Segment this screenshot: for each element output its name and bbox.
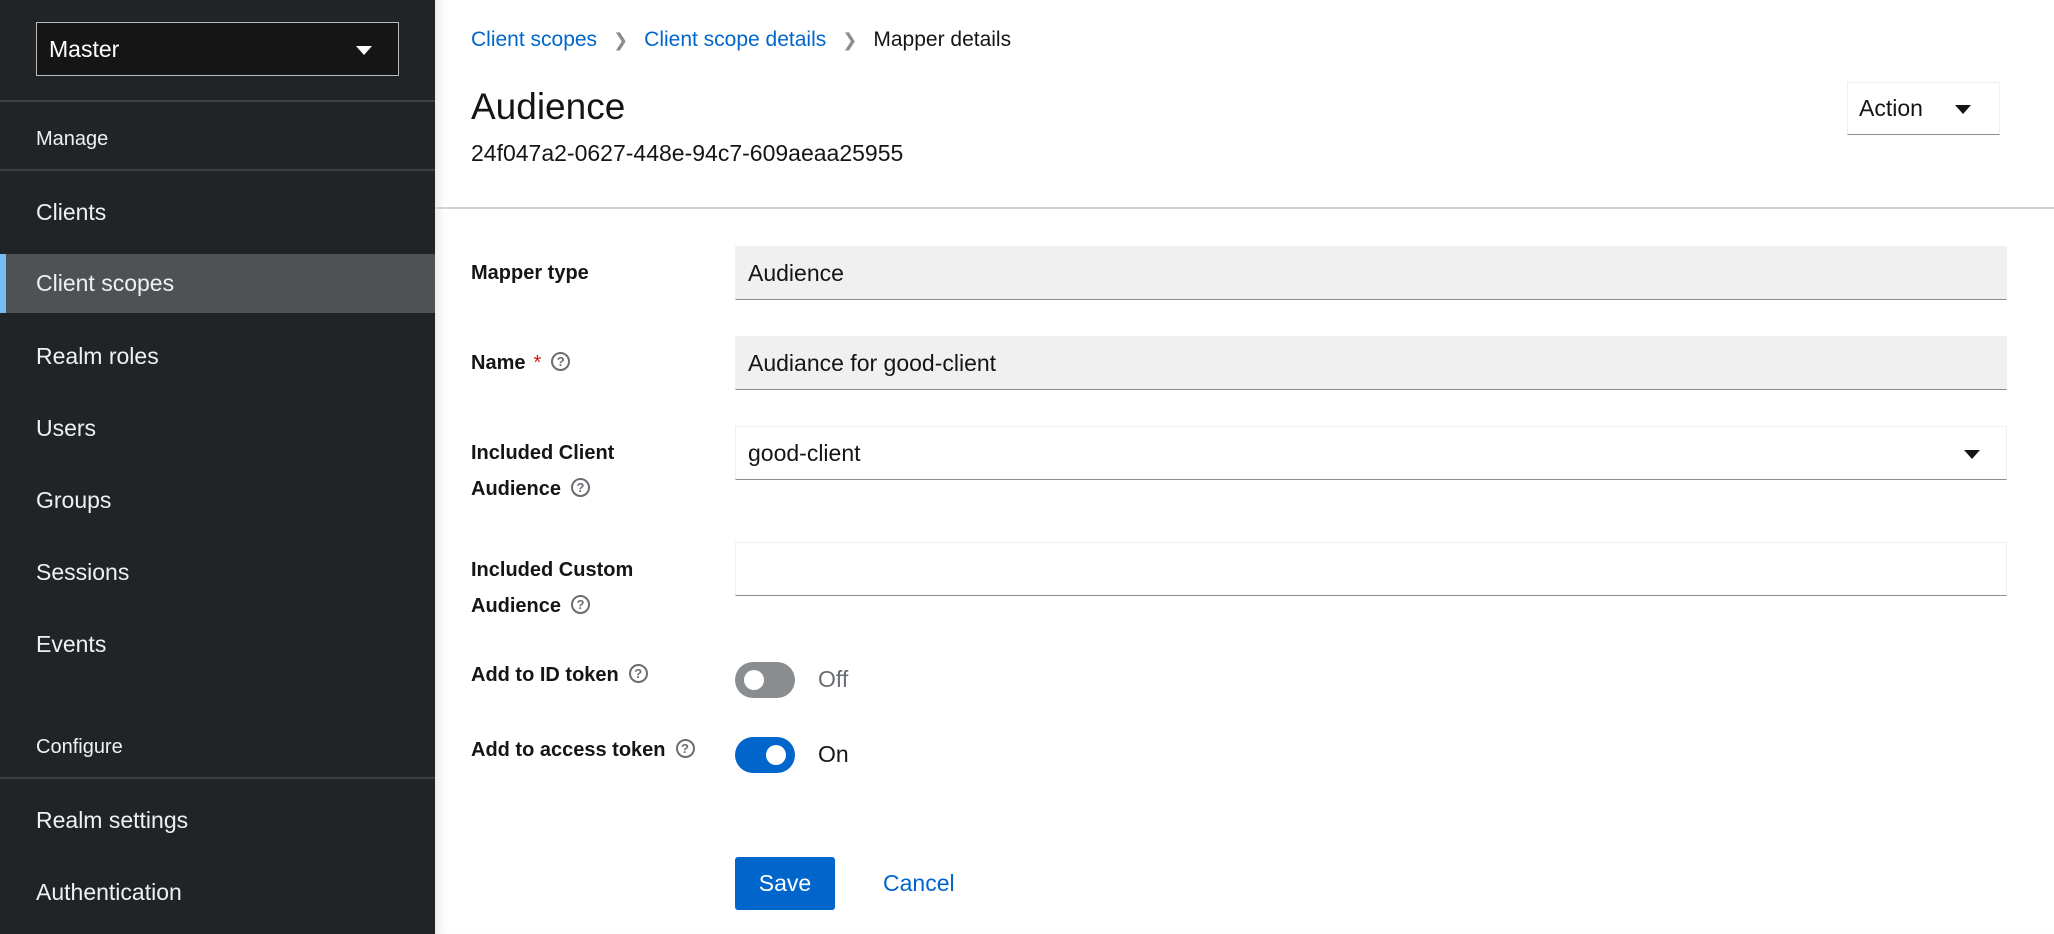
included-client-audience-select[interactable]: good-client (735, 426, 2007, 480)
sidebar-divider (0, 169, 435, 171)
toggle-knob (766, 745, 786, 765)
name-label: Name *? (471, 345, 571, 381)
sidebar-item-client-scopes[interactable]: Client scopes (0, 254, 435, 313)
header-divider (435, 207, 2054, 209)
action-dropdown[interactable]: Action (1847, 82, 2000, 135)
label-line: Audience (471, 478, 562, 500)
add-to-access-token-state: On (818, 741, 849, 767)
help-icon[interactable]: ? (675, 739, 695, 759)
mapper-type-value: Audience (748, 259, 844, 286)
required-indicator: * (533, 352, 542, 374)
main-content: Client scopes ❯ Client scope details ❯ M… (435, 0, 2054, 934)
name-value: Audiance for good-client (748, 349, 997, 376)
sidebar-item-users[interactable]: Users (0, 399, 435, 458)
sidebar-item-events[interactable]: Events (0, 615, 435, 674)
sidebar-item-label: Sessions (36, 559, 130, 585)
name-field: Audiance for good-client (735, 336, 2007, 390)
included-client-audience-label: Included Client Audience? (471, 435, 614, 507)
add-to-id-token-state: Off (818, 666, 849, 692)
sidebar-item-label: Clients (36, 199, 107, 225)
sidebar-item-label: Client scopes (36, 270, 175, 296)
sidebar-item-sessions[interactable]: Sessions (0, 543, 435, 602)
cancel-button[interactable]: Cancel (883, 857, 955, 910)
breadcrumb: Client scopes ❯ Client scope details ❯ M… (471, 28, 1011, 52)
help-icon[interactable]: ? (571, 478, 591, 498)
caret-down-icon (356, 46, 372, 55)
mapper-id: 24f047a2-0627-448e-94c7-609aeaa25955 (471, 140, 904, 166)
add-to-id-token-label: Add to ID token? (471, 657, 648, 693)
included-custom-audience-label: Included Custom Audience? (471, 552, 633, 624)
help-icon[interactable]: ? (571, 595, 591, 615)
caret-down-icon (1964, 450, 1980, 459)
chevron-right-icon: ❯ (842, 29, 858, 50)
included-custom-audience-input[interactable] (735, 542, 2007, 596)
add-to-id-token-label-text: Add to ID token (471, 664, 619, 686)
action-dropdown-label: Action (1859, 95, 1923, 121)
sidebar-divider (0, 100, 435, 102)
sidebar-item-label: Groups (36, 487, 112, 513)
save-button[interactable]: Save (735, 857, 835, 910)
sidebar-item-authentication[interactable]: Authentication (0, 863, 435, 922)
add-to-access-token-toggle[interactable] (735, 737, 795, 773)
name-label-text: Name (471, 352, 526, 374)
add-to-access-token-label-text: Add to access token (471, 739, 666, 761)
page-title: Audience (471, 86, 626, 127)
help-icon[interactable]: ? (551, 352, 571, 372)
sidebar-item-label: Authentication (36, 879, 182, 905)
realm-selector-value: Master (49, 35, 120, 62)
toggle-knob (744, 670, 764, 690)
chevron-right-icon: ❯ (613, 29, 629, 50)
mapper-type-field: Audience (735, 246, 2007, 300)
sidebar: Master Manage Clients Client scopes Real… (0, 0, 435, 934)
realm-selector[interactable]: Master (36, 22, 399, 76)
label-line: Included Custom (471, 559, 634, 581)
sidebar-item-label: Realm roles (36, 343, 159, 369)
help-icon[interactable]: ? (628, 664, 648, 684)
breadcrumb-client-scopes[interactable]: Client scopes (471, 28, 597, 52)
add-to-id-token-toggle[interactable] (735, 662, 795, 698)
breadcrumb-client-scope-details[interactable]: Client scope details (644, 28, 826, 52)
mapper-type-label: Mapper type (471, 255, 589, 291)
mapper-type-label-text: Mapper type (471, 262, 589, 284)
caret-down-icon (1955, 105, 1971, 114)
label-line: Audience (471, 595, 562, 617)
label-line: Included Client (471, 442, 615, 464)
sidebar-item-label: Realm settings (36, 807, 189, 833)
add-to-access-token-label: Add to access token? (471, 732, 695, 768)
sidebar-item-clients[interactable]: Clients (0, 183, 435, 242)
sidebar-item-realm-roles[interactable]: Realm roles (0, 327, 435, 386)
sidebar-item-label: Users (36, 415, 97, 441)
sidebar-item-label: Events (36, 631, 107, 657)
sidebar-item-realm-settings[interactable]: Realm settings (0, 791, 435, 850)
sidebar-section-configure: Configure (36, 736, 123, 758)
included-client-audience-value: good-client (748, 439, 861, 466)
sidebar-item-groups[interactable]: Groups (0, 471, 435, 530)
sidebar-divider (0, 777, 435, 779)
breadcrumb-mapper-details: Mapper details (873, 28, 1012, 51)
sidebar-section-manage: Manage (36, 128, 109, 150)
